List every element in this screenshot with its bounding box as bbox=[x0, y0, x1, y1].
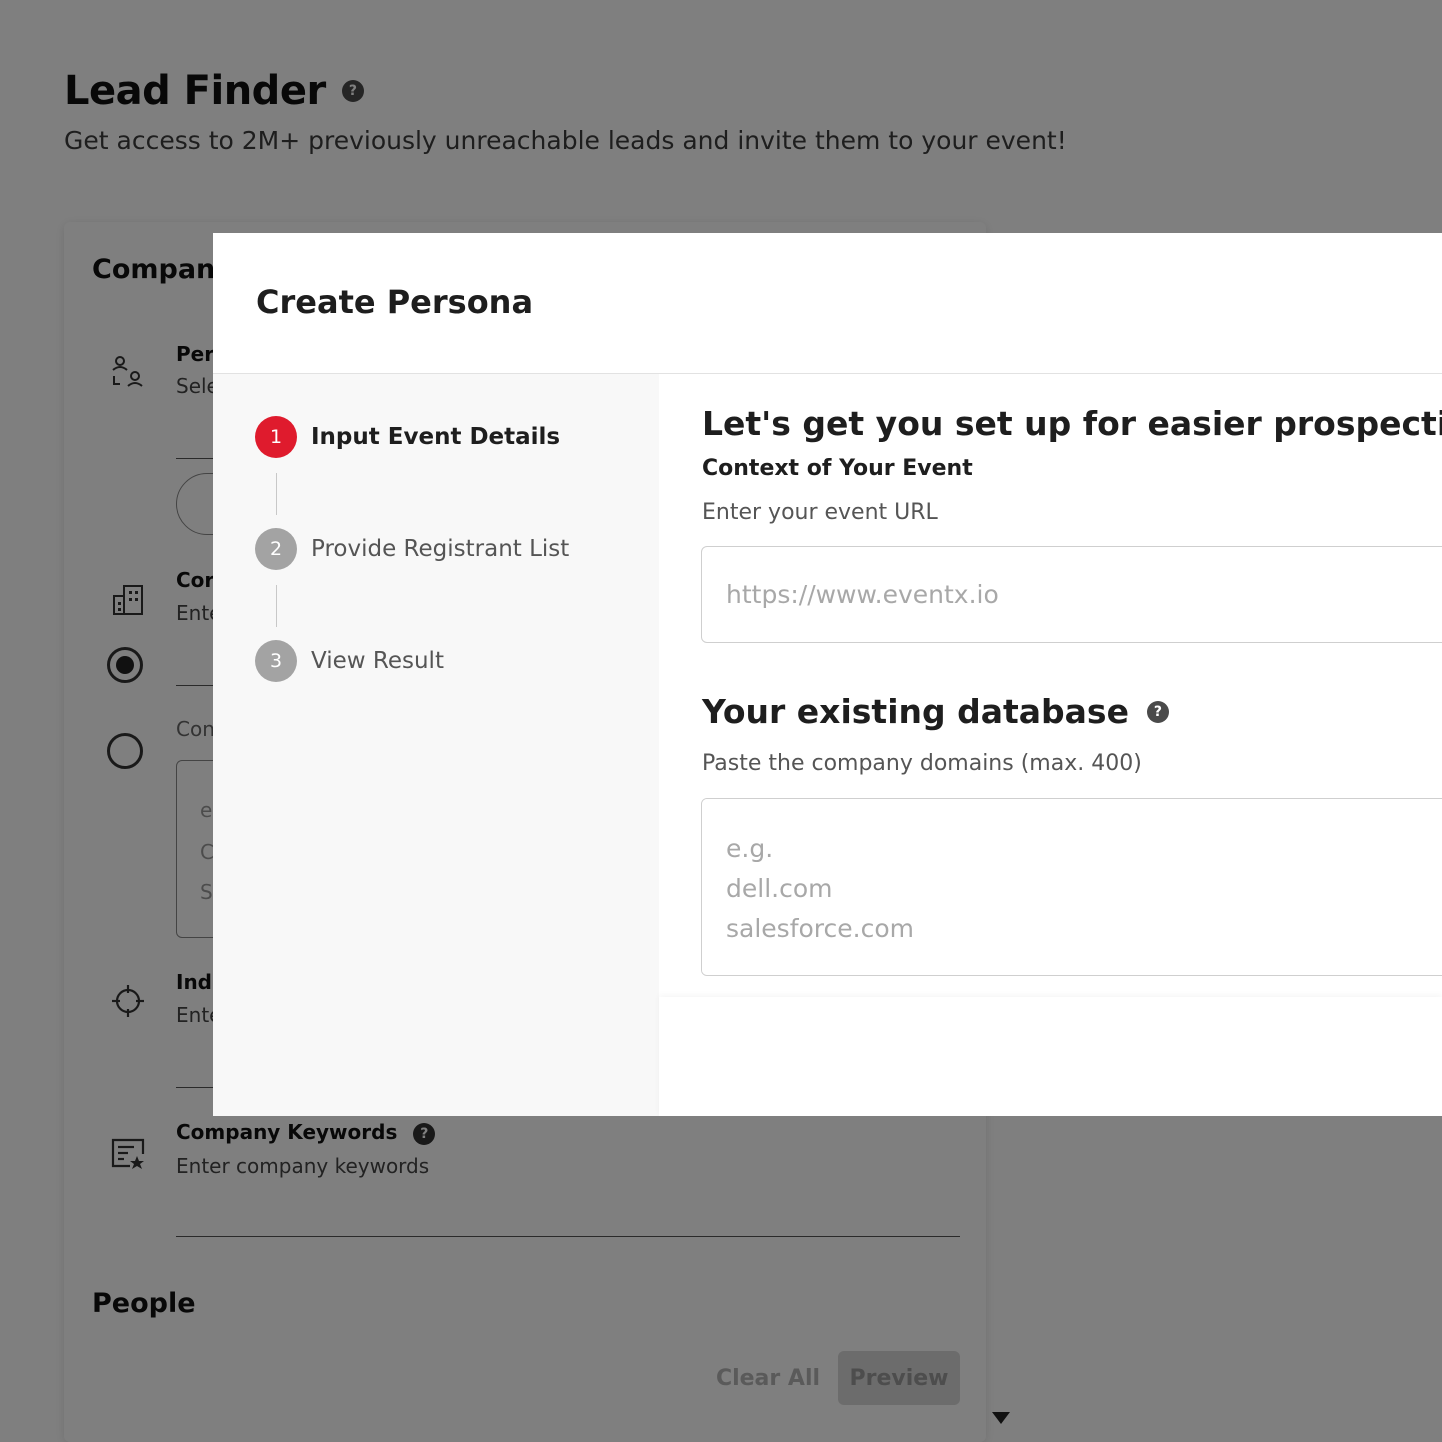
database-heading-text: Your existing database bbox=[702, 692, 1129, 731]
modal-header: Create Persona bbox=[213, 233, 1442, 374]
create-persona-modal: Create Persona 1 Input Event Details 2 P… bbox=[213, 233, 1442, 1116]
step-1[interactable]: 1 Input Event Details bbox=[255, 416, 560, 458]
step-2[interactable]: 2 Provide Registrant List bbox=[255, 528, 569, 570]
context-label: Context of Your Event bbox=[702, 456, 973, 481]
step-label: Input Event Details bbox=[311, 424, 561, 450]
modal-content: Let's get you set up for easier prospect… bbox=[659, 374, 1442, 997]
modal-title: Create Persona bbox=[256, 283, 534, 321]
step-3[interactable]: 3 View Result bbox=[255, 640, 444, 682]
content-heading: Let's get you set up for easier prospect… bbox=[702, 404, 1442, 443]
modal-footer bbox=[659, 997, 1442, 1116]
company-domains-textarea[interactable] bbox=[701, 798, 1442, 976]
event-url-input[interactable] bbox=[701, 546, 1442, 643]
database-heading: Your existing database ? bbox=[702, 692, 1169, 731]
event-url-label: Enter your event URL bbox=[702, 500, 938, 525]
database-label: Paste the company domains (max. 400) bbox=[702, 751, 1142, 776]
step-connector bbox=[276, 473, 277, 515]
help-icon[interactable]: ? bbox=[1146, 700, 1169, 723]
step-label: View Result bbox=[311, 648, 444, 674]
step-label: Provide Registrant List bbox=[311, 536, 570, 562]
step-number: 2 bbox=[255, 528, 297, 570]
stepper: 1 Input Event Details 2 Provide Registra… bbox=[213, 374, 659, 1116]
step-connector bbox=[276, 585, 277, 627]
step-number: 1 bbox=[255, 416, 297, 458]
step-number: 3 bbox=[255, 640, 297, 682]
